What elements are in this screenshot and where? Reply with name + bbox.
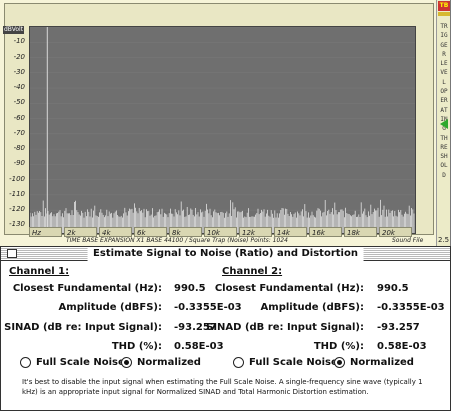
channel2-full-scale-noise-label[interactable]: Full Scale Noise bbox=[249, 357, 338, 368]
trigger-level-value: 2.5 bbox=[438, 236, 450, 244]
channel1-normalized-radio[interactable] bbox=[121, 357, 132, 368]
y-tick-label: -10 bbox=[13, 37, 25, 46]
y-tick-label: -70 bbox=[13, 128, 25, 137]
x-tick-label: 20k bbox=[382, 229, 395, 237]
x-tick-label: 10k bbox=[207, 229, 220, 237]
app-root: dBVolt -10 -20 -30 -40 -50 -60 -70 -80 -90 -100 -1… bbox=[0, 0, 451, 411]
y-tick-label: -50 bbox=[13, 98, 25, 107]
dialog-title: Estimate Signal to Noise (Ratio) and Dis… bbox=[87, 247, 364, 261]
channel2-amplitude-label: Amplitude (dBFS): bbox=[260, 302, 364, 313]
x-tick-label: 2k bbox=[67, 229, 76, 237]
channel1-thd-value: 0.58E-03 bbox=[174, 341, 224, 352]
x-tick-label: 12k bbox=[242, 229, 255, 237]
y-tick-label: -120 bbox=[9, 205, 25, 214]
spectrum-svg bbox=[30, 27, 415, 233]
channel2-normalized-label[interactable]: Normalized bbox=[350, 357, 414, 368]
y-tick-label: -60 bbox=[13, 113, 25, 122]
spectrum-analyzer-window: dBVolt -10 -20 -30 -40 -50 -60 -70 -80 -90 -100 -1… bbox=[0, 0, 451, 246]
y-tick-label: -40 bbox=[13, 83, 25, 92]
trigger-level-strip[interactable]: TB TRIGGER LEVEL OPERATING THRESHOLD 2.5 bbox=[436, 0, 450, 246]
channel1-heading: Channel 1: bbox=[9, 266, 70, 277]
trigger-vertical-label: TRIGGER LEVEL OPERATING THRESHOLD bbox=[440, 23, 448, 179]
trigger-bar bbox=[438, 12, 450, 16]
channel2-normalized-radio[interactable] bbox=[334, 357, 345, 368]
channel2-full-scale-noise-radio[interactable] bbox=[233, 357, 244, 368]
sinad-dialog: Estimate Signal to Noise (Ratio) and Dis… bbox=[0, 246, 451, 411]
x-tick-label: 14k bbox=[277, 229, 290, 237]
y-tick-label: -130 bbox=[9, 220, 25, 229]
x-tick-label: 6k bbox=[137, 229, 146, 237]
channel1-normalized-label[interactable]: Normalized bbox=[137, 357, 201, 368]
y-tick-label: -20 bbox=[13, 52, 25, 61]
channel1-amplitude-value: -0.3355E-03 bbox=[174, 302, 242, 313]
y-unit-label: dBVolt bbox=[3, 26, 25, 34]
x-tick-label: Hz bbox=[32, 229, 41, 237]
channel2-thd-value: 0.58E-03 bbox=[377, 341, 427, 352]
channel2-sinad-label: SINAD (dB re: Input Signal): bbox=[206, 322, 364, 333]
channel2-heading: Channel 2: bbox=[222, 266, 283, 277]
channel2-fundamental-value: 990.5 bbox=[377, 283, 409, 294]
channel2-thd-label: THD (%): bbox=[313, 341, 364, 352]
y-tick-label: -100 bbox=[9, 174, 25, 183]
y-tick-label: -90 bbox=[13, 159, 25, 168]
trigger-marker-icon[interactable] bbox=[440, 119, 448, 129]
channel2-amplitude-value: -0.3355E-03 bbox=[377, 302, 445, 313]
status-line: TIME BASE EXPANSION X1 BASE 44100 / Squa… bbox=[66, 237, 288, 244]
channel1-fundamental-label: Closest Fundamental (Hz): bbox=[12, 283, 162, 294]
x-tick-label: 4k bbox=[102, 229, 111, 237]
y-tick-label: -110 bbox=[9, 189, 25, 198]
channel1-fundamental-value: 990.5 bbox=[174, 283, 206, 294]
help-text: It's best to disable the input signal wh… bbox=[22, 378, 423, 396]
x-tick-label: 16k bbox=[312, 229, 325, 237]
trigger-badge[interactable]: TB bbox=[438, 1, 450, 11]
spectrum-plot-area[interactable] bbox=[29, 26, 416, 234]
x-tick-label: 18k bbox=[347, 229, 360, 237]
channel1-thd-label: THD (%): bbox=[111, 341, 162, 352]
channel1-amplitude-label: Amplitude (dBFS): bbox=[58, 302, 162, 313]
sound-file-label[interactable]: Sound File bbox=[392, 237, 423, 244]
channel1-sinad-label: SINAD (dB re: Input Signal): bbox=[4, 322, 162, 333]
x-tick-label: 8k bbox=[172, 229, 181, 237]
channel2-sinad-value: -93.257 bbox=[377, 322, 420, 333]
dialog-titlebar[interactable]: Estimate Signal to Noise (Ratio) and Dis… bbox=[1, 247, 450, 261]
channel1-full-scale-noise-radio[interactable] bbox=[20, 357, 31, 368]
channel1-full-scale-noise-label[interactable]: Full Scale Noise bbox=[36, 357, 125, 368]
y-tick-label: -80 bbox=[13, 144, 25, 153]
y-tick-label: -30 bbox=[13, 67, 25, 76]
channel2-fundamental-label: Closest Fundamental (Hz): bbox=[214, 283, 364, 294]
close-box-icon[interactable] bbox=[7, 249, 17, 258]
